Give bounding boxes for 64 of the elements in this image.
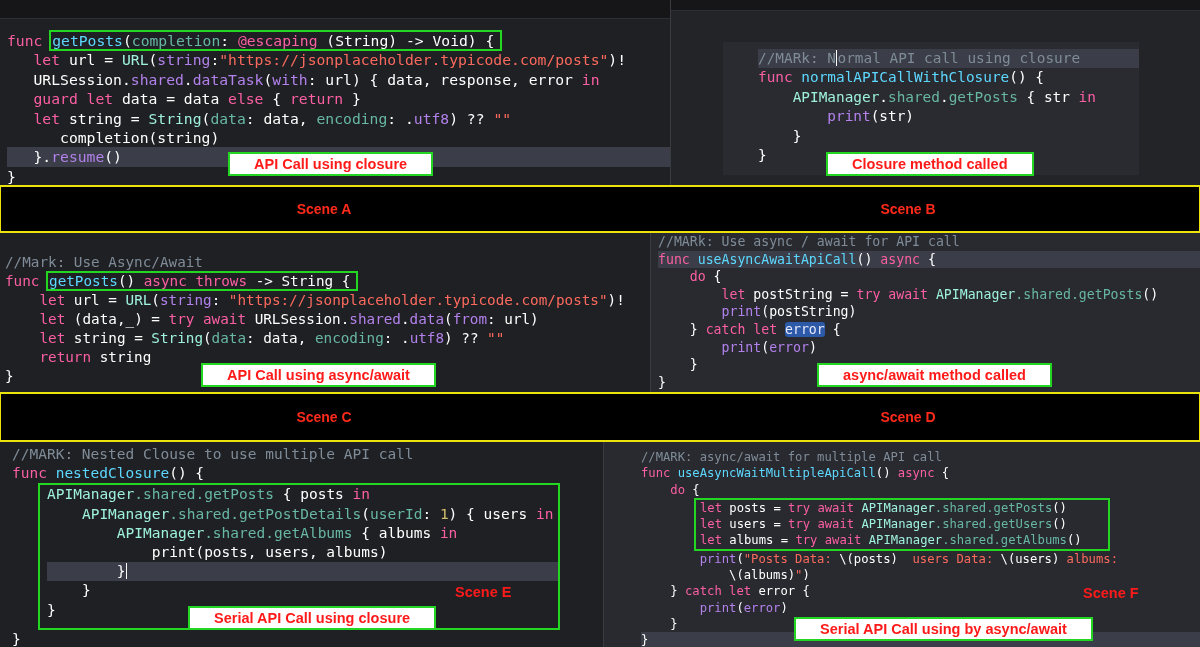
code-line: print(posts, users, albums) [150,543,388,562]
code-line: } [80,581,91,601]
annotation-label: Serial API Call using closure [188,606,437,630]
code-line: let string = String(data: data, encoding: .utf8) ?? "" [38,329,505,348]
code-line: } [12,629,21,647]
code-line: } [47,600,56,620]
code-line: } catch let error { [688,320,841,339]
code-line: let users = try await APIManager.shared.getUsers() [700,516,1067,533]
code-line: guard let data = data else { return } [32,89,361,109]
code-line: let url = URL(string: "https://jsonplaceholder.typicode.com/posts")! [38,291,625,310]
code-line: func getPosts() async throws -> String { [5,272,359,291]
code-line: URLSession.shared.dataTask(with: url) { data, response, error in [32,69,600,90]
code-line: \(albums)") [728,567,810,584]
code-line: let string = String(data: data, encoding: .utf8) ?? "" [32,108,512,129]
code-line: } [688,356,698,374]
code-line: //MARk: Use async / await for API call [658,233,960,251]
code-line: //MARk: N ormal API call using closure [758,49,1081,68]
scene-label: Scene E [455,584,512,600]
code-line: print(postString) [720,303,857,321]
code-line: let albums = try await APIManager.shared.getAlbums() [700,532,1082,549]
code-line: let postString = try await APIManager.shared.getPosts() [720,285,1159,304]
code-line: func normalAPICallWithClosure() { [758,68,1044,88]
code-line: } [658,373,666,392]
code-line: print(error) [720,338,817,357]
code-line: APIManager.shared.getPostDetails(userId: 1) { users in [80,504,554,524]
code-line: print("Posts Data: \(posts) users Data: \(users) albums: [698,550,1118,568]
code-line: } [669,615,678,633]
code-line: APIManager.shared.getAlbums { albums in [115,523,458,543]
code-line: } [758,146,767,166]
code-line: func useAsyncAwaitApiCall() async { [658,250,936,269]
annotation-label: API Call using async/await [201,363,436,387]
code-line: } [7,166,16,185]
code-line: } [115,562,128,582]
code-line: completion(string) [59,128,220,148]
code-line: //Mark: Use Async/Await [5,253,203,272]
code-line: } [791,126,802,146]
code-line: func getPosts(completion: @escaping (String) -> Void) { [7,31,503,51]
annotation-label: API Call using closure [228,152,434,176]
code-line: do { [669,481,700,498]
code-line: print(str) [826,107,914,127]
scene-label: Scene B [880,201,936,217]
code-line: } [5,367,14,386]
scene-label: Scene D [880,409,936,425]
code-line: func nestedClosure() { [12,464,205,484]
code-line: func useAsyncWaitMultipleApiCall() async { [641,465,950,482]
code-line: APIManager.shared.getPosts { str in [791,87,1096,107]
annotation-label: Closure method called [826,152,1034,176]
code-line: let (data,_) = try await URLSession.shared.data(from: url) [38,310,539,329]
scene-label: Scene F [1083,585,1139,601]
code-line: //MARK: async/await for multiple API call [641,449,942,466]
annotation-label: Serial API Call using by async/await [794,617,1093,641]
code-line: APIManager.shared.getPosts { posts in [47,485,371,505]
code-line: return string [38,348,152,367]
scene-label: Scene C [296,409,352,425]
code-line: let posts = try await APIManager.shared.getPosts() [700,499,1067,517]
annotation-label: async/await method called [817,363,1052,387]
code-line: } catch let error { [669,583,810,600]
code-line: print(error) [698,599,788,616]
code-line: } [641,632,649,647]
code-line: }.resume() [32,147,122,167]
scene-label: Scene A [296,201,352,217]
code-line: //MARK: Nested Clouse to use multiple API call [12,445,414,464]
code-line: let url = URL(string:"https://jsonplaceholder.typicode.com/posts")! [32,50,626,70]
code-line: do { [688,268,722,286]
